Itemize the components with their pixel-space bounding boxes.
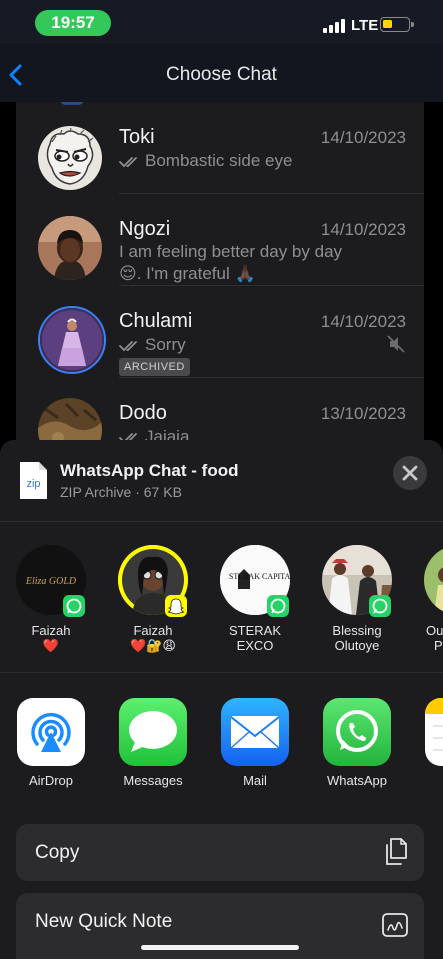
chat-name: Dodo <box>119 402 167 424</box>
contact-subtitle: ❤️ <box>42 638 60 653</box>
chat-date: 13/10/2023 <box>320 404 406 423</box>
share-apps: AirDrop Messages Mail WhatsApp <box>0 698 443 798</box>
chat-name: Chulami <box>119 310 193 332</box>
quick-note-icon <box>382 913 408 937</box>
chat-preview: Bombastic side eye <box>119 150 379 172</box>
file-subtitle: ZIP Archive · 67 KB <box>60 484 182 500</box>
whatsapp-badge-icon <box>369 595 391 617</box>
chat-preview-text: Sorry <box>145 335 186 354</box>
whatsapp-icon <box>323 698 391 766</box>
share-sheet: zip WhatsApp Chat - food ZIP Archive · 6… <box>0 440 443 959</box>
zip-file-icon: zip <box>20 462 47 499</box>
close-button[interactable] <box>393 456 427 490</box>
archived-badge: ARCHIVED <box>119 358 190 376</box>
contact-subtitle: EXCO <box>236 638 274 653</box>
battery-icon <box>380 17 414 32</box>
contact-subtitle: P <box>434 638 443 653</box>
avatar-brand-text: Eliza GOLD <box>25 576 77 587</box>
copy-action[interactable]: Copy <box>16 824 424 881</box>
avatar <box>38 306 106 374</box>
chat-preview-line: I am feeling better day by day <box>119 242 343 261</box>
chat-date: 14/10/2023 <box>320 128 406 147</box>
file-title: WhatsApp Chat - food <box>60 461 239 480</box>
chat-row-chulami[interactable]: Chulami 14/10/2023 Sorry ARCHIVED <box>16 286 424 378</box>
action-label: New Quick Note <box>35 911 173 932</box>
chat-name: Ngozi <box>119 218 171 240</box>
notes-icon <box>425 698 443 766</box>
status-time[interactable]: 19:57 <box>35 10 111 36</box>
contact-name: Ou <box>426 623 443 638</box>
chat-name: Toki <box>119 126 155 148</box>
snapchat-badge-icon <box>165 595 187 617</box>
signal-icon <box>323 17 347 33</box>
chat-row-toki[interactable]: Toki 14/10/2023 Bombastic side eye <box>16 102 424 194</box>
chat-date: 14/10/2023 <box>320 220 406 239</box>
double-check-icon <box>119 156 137 167</box>
chat-date: 14/10/2023 <box>320 312 406 331</box>
contact-name: STERAK <box>228 623 281 638</box>
chat-preview: Sorry <box>119 334 379 356</box>
copy-icon <box>386 838 407 865</box>
chat-list: Toki 14/10/2023 Bombastic side eye Ngozi… <box>16 102 424 447</box>
contact-name: Blessing <box>332 623 382 638</box>
contact-name: Faizah <box>133 623 173 638</box>
double-check-icon <box>119 340 137 351</box>
page-title: Choose Chat <box>166 64 277 85</box>
contact-suggestions: Eliza GOLD Faizah ❤️ Faizah ❤️🔐😩 STERAK … <box>0 545 443 670</box>
app-label: Messages <box>123 773 183 788</box>
close-icon <box>402 465 418 481</box>
contact-name: Faizah <box>31 623 71 638</box>
network-type: LTE <box>351 17 379 34</box>
action-label: Copy <box>35 842 80 863</box>
avatar-brand-text: STERAK CAPITAL <box>229 572 290 581</box>
nav-bar: Choose Chat <box>0 44 443 102</box>
file-type-label: zip <box>26 478 40 490</box>
messages-icon <box>119 698 187 766</box>
avatar <box>424 545 443 615</box>
status-bar: 19:57 LTE <box>0 0 443 44</box>
airdrop-icon <box>17 698 85 766</box>
contact-subtitle: Olutoye <box>334 638 380 653</box>
chat-row-ngozi[interactable]: Ngozi 14/10/2023 I am feeling better day… <box>16 194 424 286</box>
whatsapp-badge-icon <box>267 595 289 617</box>
app-label: WhatsApp <box>327 773 387 788</box>
mail-icon <box>221 698 289 766</box>
avatar <box>38 216 102 280</box>
divider <box>0 521 443 522</box>
chat-preview-line: 😌. I'm grateful 🙏🏿 <box>119 264 256 283</box>
home-indicator[interactable] <box>141 945 299 950</box>
chat-preview: I am feeling better day by day 😌. I'm gr… <box>119 241 379 285</box>
app-label: AirDrop <box>28 773 74 788</box>
chat-row-dodo[interactable]: Dodo 13/10/2023 Jajaja <box>16 378 424 447</box>
app-label: Mail <box>243 773 267 788</box>
whatsapp-badge-icon <box>63 595 85 617</box>
divider <box>0 672 443 673</box>
avatar <box>38 126 102 190</box>
mute-icon <box>387 335 405 353</box>
chat-preview-text: Bombastic side eye <box>145 151 293 170</box>
contact-subtitle: ❤️🔐😩 <box>130 638 176 653</box>
